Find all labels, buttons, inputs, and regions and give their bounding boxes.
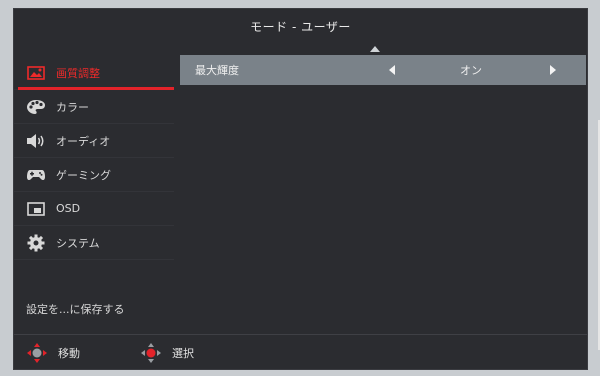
setting-value: オン	[460, 64, 482, 77]
sidebar-item-label: オーディオ	[56, 134, 111, 148]
sidebar-item-label: 画質調整	[56, 66, 100, 80]
footer-hints: 移動 選択	[14, 336, 587, 370]
arrow-left-icon[interactable]	[389, 65, 395, 75]
menu-title: モード - ユーザー	[250, 19, 351, 34]
picture-icon	[26, 63, 46, 83]
settings-panel: 最大輝度 オン	[180, 55, 586, 85]
dpad-select-icon	[141, 343, 161, 363]
sidebar-item-system[interactable]: システム	[14, 226, 174, 260]
osd-icon	[26, 199, 46, 219]
hint-select-label: 選択	[172, 347, 194, 360]
scroll-up-arrow-icon[interactable]	[370, 46, 380, 52]
sidebar-item-label: システム	[56, 236, 100, 250]
hint-select: 選択	[140, 342, 194, 364]
gear-icon	[26, 233, 46, 253]
speaker-icon	[26, 131, 46, 151]
sidebar-item-audio[interactable]: オーディオ	[14, 124, 174, 158]
footer-divider	[14, 334, 587, 335]
gamepad-icon	[26, 165, 46, 185]
sidebar-item-label: ゲーミング	[56, 168, 111, 182]
arrow-right-icon[interactable]	[550, 65, 556, 75]
setting-label: 最大輝度	[195, 64, 239, 77]
sidebar-item-picture[interactable]: 画質調整	[14, 56, 174, 90]
save-settings-item[interactable]: 設定を...に保存する	[26, 301, 125, 317]
sidebar-item-label: カラー	[56, 100, 89, 114]
sidebar-item-label: OSD	[56, 202, 81, 215]
sidebar-item-osd[interactable]: OSD	[14, 192, 174, 226]
palette-icon	[26, 97, 46, 117]
dpad-move-icon	[27, 343, 47, 363]
sidebar-item-color[interactable]: カラー	[14, 90, 174, 124]
sidebar: 画質調整 カラー オーディオ ゲーミング OSD システム	[14, 56, 174, 260]
setting-row-max-brightness[interactable]: 最大輝度 オン	[180, 55, 586, 85]
hint-move-label: 移動	[58, 347, 80, 360]
hint-move: 移動	[26, 342, 80, 364]
sidebar-item-gaming[interactable]: ゲーミング	[14, 158, 174, 192]
osd-menu: モード - ユーザー 画質調整 カラー オーディオ ゲーミング OSD システム…	[13, 8, 588, 370]
